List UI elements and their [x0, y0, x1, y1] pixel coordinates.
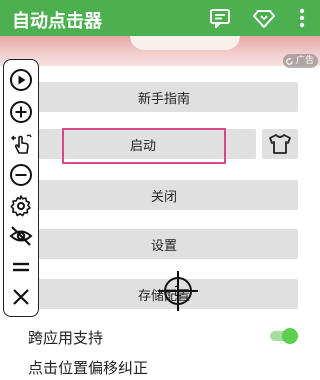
click-target-marker[interactable]: 1 — [158, 271, 198, 311]
add-icon[interactable] — [9, 100, 33, 124]
cross-app-support-label: 跨应用支持 — [28, 329, 104, 347]
swipe-hand-icon[interactable] — [9, 132, 33, 156]
close-button[interactable]: 关闭 — [30, 180, 298, 210]
ad-image — [130, 36, 240, 50]
cross-app-support-toggle[interactable] — [269, 326, 299, 346]
start-highlight-frame — [62, 128, 226, 164]
play-icon[interactable] — [9, 68, 33, 92]
click-offset-correction-label: 点击位置偏移纠正 — [28, 359, 149, 377]
close-icon[interactable] — [9, 285, 33, 309]
settings-button-label: 设置 — [150, 238, 177, 254]
equals-icon[interactable] — [9, 255, 33, 279]
guide-button-label: 新手指南 — [137, 91, 190, 107]
remove-icon[interactable] — [9, 163, 33, 187]
app-title: 自动点击器 — [12, 11, 102, 32]
ad-label: 广告 — [295, 56, 314, 66]
app-bar: 自动点击器 — [0, 0, 320, 36]
close-button-label: 关闭 — [150, 189, 177, 205]
diamond-icon[interactable] — [252, 6, 276, 30]
ad-banner[interactable] — [0, 36, 320, 66]
click-target-number: 1 — [174, 284, 183, 300]
message-icon[interactable] — [208, 6, 232, 30]
more-vert-icon[interactable] — [290, 6, 314, 30]
settings-button[interactable]: 设置 — [30, 229, 298, 259]
floating-toolbar — [3, 59, 39, 317]
shirt-icon — [269, 134, 291, 154]
hide-eye-icon[interactable] — [9, 224, 33, 248]
ad-badge[interactable]: 广告 — [282, 54, 318, 68]
theme-button[interactable] — [262, 129, 298, 159]
refresh-icon — [286, 56, 293, 65]
guide-button[interactable]: 新手指南 — [30, 82, 298, 112]
gear-icon[interactable] — [9, 194, 33, 218]
